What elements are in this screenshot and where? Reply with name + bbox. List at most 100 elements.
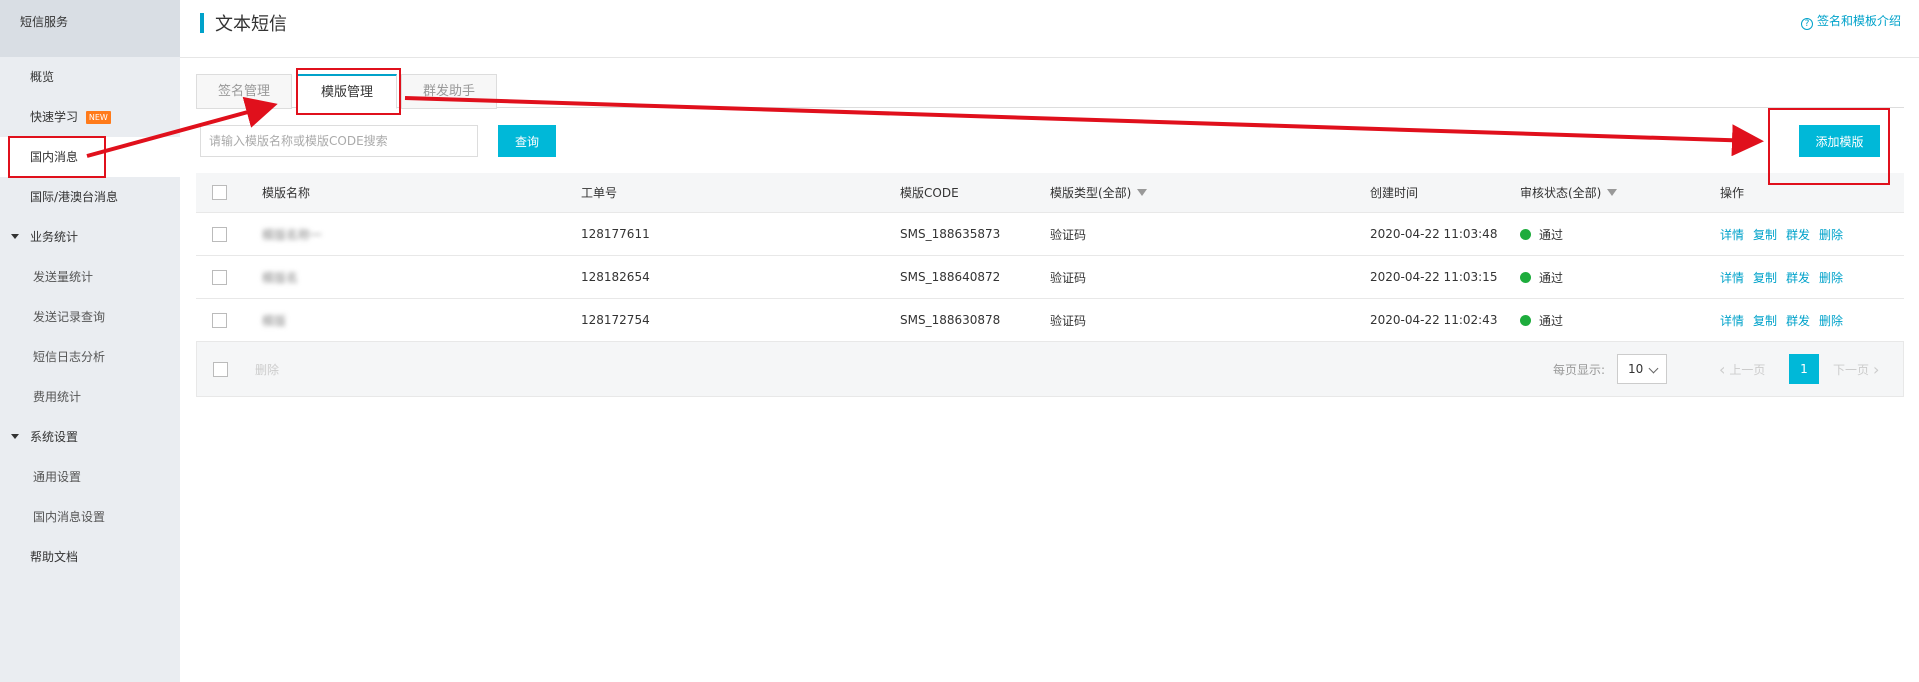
- sidebar-item-label: 发送记录查询: [33, 310, 106, 324]
- chevron-down-icon: [1648, 363, 1659, 374]
- row-select-cell: [212, 256, 227, 298]
- sidebar-item-overview[interactable]: 概览: [0, 57, 180, 97]
- delete-link[interactable]: 删除: [1819, 226, 1843, 243]
- sidebar-item-label: 发送量统计: [33, 270, 94, 284]
- status-label: 通过: [1539, 270, 1564, 285]
- table-row: 模版名 128182654 SMS_188640872 验证码 2020-04-…: [196, 256, 1904, 299]
- select-all-cell: [212, 173, 227, 212]
- ops-cell: 详情 复制 群发 删除: [1720, 299, 1852, 341]
- sidebar-item-label: 费用统计: [33, 390, 82, 404]
- help-link[interactable]: ? 签名和模板介绍: [1800, 12, 1901, 30]
- sidebar-item-label: 系统设置: [30, 430, 79, 444]
- sidebar-item-cost-stats[interactable]: 费用统计: [0, 377, 180, 417]
- template-table: 模版名称 工单号 模版CODE 模版类型(全部) 创建时间 审核状态(全部) 操…: [196, 173, 1904, 397]
- row-select-cell: [212, 213, 227, 255]
- per-page-value: 10: [1628, 362, 1644, 376]
- row-checkbox[interactable]: [212, 312, 227, 328]
- sidebar-group-stats[interactable]: 业务统计: [0, 217, 180, 257]
- status-cell: 通过: [1520, 213, 1563, 255]
- copy-link[interactable]: 复制: [1753, 226, 1777, 243]
- copy-link[interactable]: 复制: [1753, 312, 1777, 329]
- per-page-label: 每页显示:: [1553, 362, 1606, 377]
- delete-link[interactable]: 删除: [1819, 312, 1843, 329]
- per-page-select[interactable]: 10: [1617, 354, 1667, 384]
- detail-link[interactable]: 详情: [1720, 312, 1744, 329]
- sidebar-item-label: 概览: [30, 70, 55, 84]
- col-status-label: 审核状态(全部): [1520, 186, 1602, 200]
- annotation-box-add-button: [1768, 108, 1890, 185]
- search-input[interactable]: [200, 125, 478, 157]
- question-icon: ?: [1800, 18, 1813, 30]
- page-number-current[interactable]: 1: [1789, 354, 1819, 384]
- per-page-select-wrap: 10: [1617, 342, 1667, 396]
- tab-signature[interactable]: 签名管理: [196, 74, 292, 109]
- sidebar-item-label: 通用设置: [33, 470, 82, 484]
- sidebar-item-quick-learn[interactable]: 快速学习 NEW: [0, 97, 180, 137]
- footer-select-cell: [213, 342, 228, 396]
- tab-bar: 签名管理 模版管理 群发助手: [196, 74, 1904, 109]
- template-name: 模版: [262, 313, 287, 328]
- row-checkbox[interactable]: [212, 269, 227, 285]
- template-code: SMS_188630878: [900, 313, 1001, 327]
- detail-link[interactable]: 详情: [1720, 226, 1744, 243]
- page-current-wrap: 1: [1789, 342, 1819, 396]
- row-checkbox[interactable]: [212, 226, 227, 242]
- sidebar-group-settings[interactable]: 系统设置: [0, 417, 180, 457]
- col-ticket: 工单号: [581, 186, 618, 200]
- delete-link[interactable]: 删除: [1819, 269, 1843, 286]
- prev-page-button[interactable]: ‹ 上一页: [1719, 342, 1765, 396]
- query-button[interactable]: 查询: [498, 125, 556, 157]
- bulk-send-link[interactable]: 群发: [1786, 269, 1810, 286]
- created-time: 2020-04-22 11:03:15: [1370, 270, 1498, 284]
- ticket-number: 128177611: [581, 227, 650, 241]
- copy-link[interactable]: 复制: [1753, 269, 1777, 286]
- ticket-number: 128172754: [581, 313, 650, 327]
- tab-bulk-assistant[interactable]: 群发助手: [401, 74, 497, 109]
- col-name: 模版名称: [262, 186, 311, 200]
- sidebar-title: 短信服务: [0, 0, 180, 57]
- sidebar-item-send-records[interactable]: 发送记录查询: [0, 297, 180, 337]
- col-status[interactable]: 审核状态(全部): [1520, 173, 1618, 212]
- sidebar: 短信服务 概览 快速学习 NEW 国内消息 国际/港澳台消息 业务统计 发送量统…: [0, 0, 180, 682]
- detail-link[interactable]: 详情: [1720, 269, 1744, 286]
- status-dot-icon: [1520, 228, 1531, 240]
- created-time: 2020-04-22 11:02:43: [1370, 313, 1498, 327]
- status-label: 通过: [1539, 227, 1564, 242]
- sidebar-item-label: 国际/港澳台消息: [30, 190, 119, 204]
- filter-icon[interactable]: [1137, 189, 1148, 196]
- sidebar-item-help-docs[interactable]: 帮助文档: [0, 537, 180, 577]
- template-type: 验证码: [1050, 313, 1087, 328]
- next-page-button[interactable]: 下一页 ›: [1833, 342, 1879, 396]
- title-accent-bar: [200, 13, 204, 33]
- ops-cell: 详情 复制 群发 删除: [1720, 256, 1852, 298]
- caret-down-icon: [11, 234, 19, 239]
- template-code: SMS_188640872: [900, 270, 1001, 284]
- select-all-checkbox[interactable]: [212, 185, 227, 200]
- sidebar-item-label: 帮助文档: [30, 550, 79, 564]
- annotation-box-template-tab: [296, 68, 401, 115]
- sidebar-item-international[interactable]: 国际/港澳台消息: [0, 177, 180, 217]
- sidebar-item-send-volume[interactable]: 发送量统计: [0, 257, 180, 297]
- batch-delete-button[interactable]: 删除: [255, 342, 279, 396]
- prev-page-label: 上一页: [1729, 362, 1766, 377]
- sidebar-item-label: 短信日志分析: [33, 350, 106, 364]
- caret-down-icon: [11, 434, 19, 439]
- status-dot-icon: [1520, 271, 1531, 283]
- sidebar-item-domestic-settings[interactable]: 国内消息设置: [0, 497, 180, 537]
- footer-select-all-checkbox[interactable]: [213, 361, 228, 377]
- table-footer: 删除 每页显示: 10 ‹ 上一页 1 下一页 ›: [196, 342, 1904, 397]
- sidebar-item-log-analysis[interactable]: 短信日志分析: [0, 337, 180, 377]
- filter-icon[interactable]: [1607, 189, 1618, 196]
- bulk-send-link[interactable]: 群发: [1786, 226, 1810, 243]
- status-dot-icon: [1520, 314, 1531, 326]
- status-cell: 通过: [1520, 256, 1563, 298]
- bulk-send-link[interactable]: 群发: [1786, 312, 1810, 329]
- col-type-label: 模版类型(全部): [1050, 186, 1132, 200]
- table-row: 模版名称一 128177611 SMS_188635873 验证码 2020-0…: [196, 213, 1904, 256]
- template-name: 模版名称一: [262, 227, 323, 242]
- sidebar-item-general-settings[interactable]: 通用设置: [0, 457, 180, 497]
- col-type[interactable]: 模版类型(全部): [1050, 173, 1148, 212]
- col-created: 创建时间: [1370, 186, 1419, 200]
- annotation-box-domestic: [8, 136, 106, 178]
- app-root: 短信服务 概览 快速学习 NEW 国内消息 国际/港澳台消息 业务统计 发送量统…: [0, 0, 1919, 682]
